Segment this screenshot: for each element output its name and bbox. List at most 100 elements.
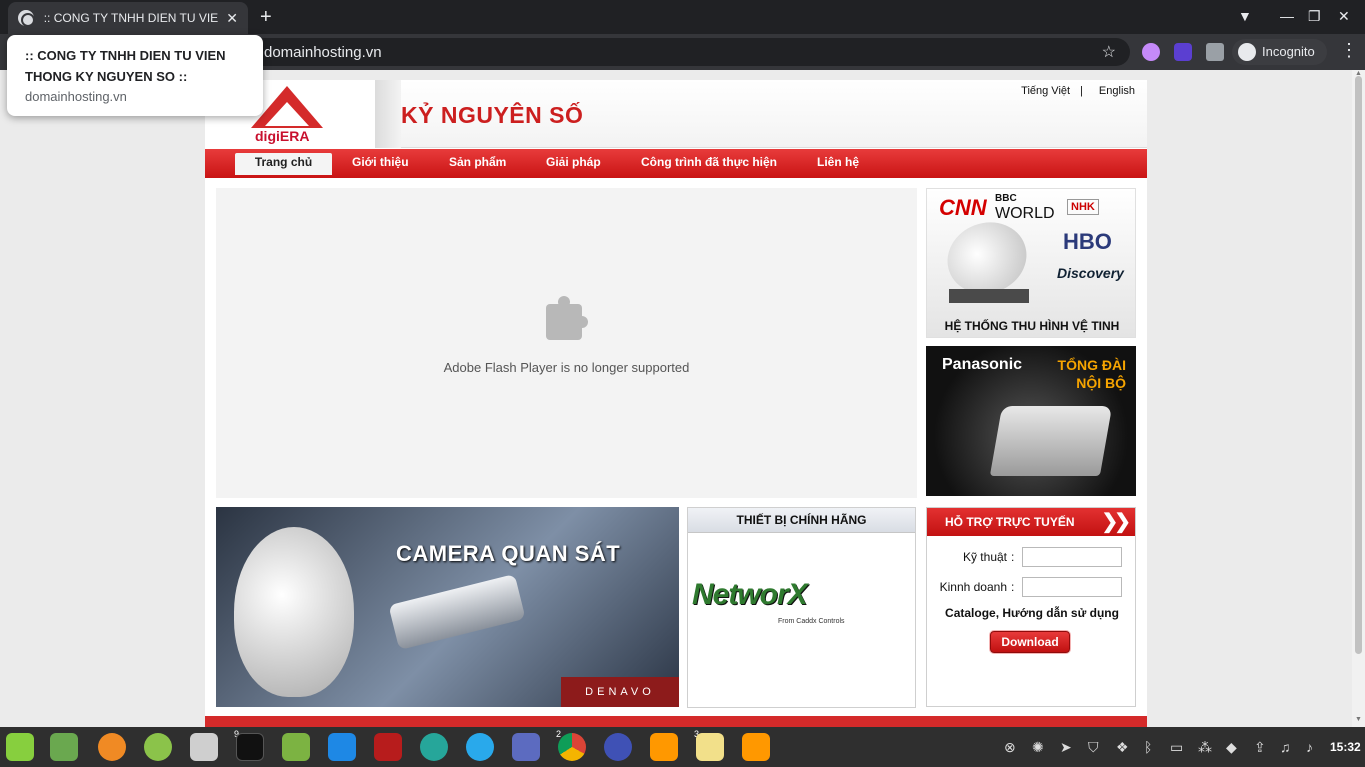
telegram-icon[interactable] — [466, 733, 494, 761]
genuine-products-panel: THIẾT BỊ CHÍNH HÃNG NetworX From Caddx C… — [687, 507, 916, 708]
address-bar[interactable]: domainhosting.vn ☆ — [250, 38, 1130, 66]
firefox-icon[interactable] — [98, 733, 126, 761]
maximize-icon[interactable]: ❐ — [1308, 8, 1321, 25]
scroll-down-icon[interactable]: ▼ — [1355, 716, 1362, 723]
settings-icon[interactable] — [190, 733, 218, 761]
menu-kebab-icon[interactable]: ⋮ — [1340, 40, 1358, 61]
logo-text: digiERA — [255, 128, 310, 144]
terminal-icon[interactable] — [236, 733, 264, 761]
filezilla-icon[interactable] — [374, 733, 402, 761]
site-container: digiERA KỶ NGUYÊN SỐ Tiếng Việt | English … — [205, 80, 1147, 727]
support-label-technical: Kỹ thuật — [962, 550, 1007, 564]
main-nav: Trang chủ Giới thiệu Sản phẩm Giải pháp … — [205, 148, 1147, 178]
footer-bar — [205, 716, 1147, 727]
extension-icon[interactable] — [1142, 43, 1160, 61]
download-button[interactable]: Download — [990, 631, 1070, 653]
sublime-icon-2[interactable] — [742, 733, 770, 761]
minimize-icon[interactable]: — — [1280, 8, 1294, 24]
support-status-image[interactable] — [1022, 547, 1122, 567]
chrome-icon[interactable] — [558, 733, 586, 761]
pbx-title-line2: NỘI BỘ — [1076, 375, 1126, 391]
lang-vietnamese-link[interactable]: Tiếng Việt — [1021, 85, 1070, 97]
tab-title: :: CONG TY TNHH DIEN TU VIEN — [43, 11, 219, 25]
lang-separator: | — [1080, 85, 1083, 97]
lang-english-link[interactable]: English — [1099, 85, 1135, 97]
tray-update-icon[interactable]: ⇪ — [1254, 739, 1266, 756]
desktop-icon[interactable] — [50, 733, 78, 761]
files-icon[interactable] — [282, 733, 310, 761]
tab-search-icon[interactable]: ▼ — [1238, 8, 1252, 24]
browser-tab[interactable]: :: CONG TY TNHH DIEN TU VIEN ✕ — [8, 2, 248, 34]
tray-bluetooth-icon[interactable]: ᛒ — [1144, 739, 1152, 755]
nav-products[interactable]: Sản phẩm — [449, 155, 506, 169]
apps-grid-icon[interactable] — [144, 733, 172, 761]
hbo-logo: HBO — [1063, 229, 1112, 254]
bookmark-star-icon[interactable]: ☆ — [1102, 42, 1116, 62]
online-support-panel: HỖ TRỢ TRỰC TUYẾN ❯❯ Kỹ thuật : Kinnh do… — [926, 507, 1136, 707]
tray-network-icon[interactable]: ⁂ — [1198, 739, 1212, 756]
mint-menu-icon[interactable] — [6, 733, 34, 761]
vertical-scrollbar[interactable]: ▲ ▼ — [1352, 70, 1365, 727]
brand-name: KỶ NGUYÊN SỐ — [401, 102, 584, 128]
denavo-logo: DENAVO — [561, 677, 679, 707]
bbc-logo: BBC — [995, 193, 1017, 204]
products-panel-heading: THIẾT BỊ CHÍNH HÃNG — [688, 508, 915, 533]
panasonic-logo: Panasonic — [942, 356, 1023, 373]
mail-icon[interactable] — [512, 733, 540, 761]
support-status-image[interactable] — [1022, 577, 1122, 597]
chevron-right-icon: ❯❯ — [1101, 511, 1130, 533]
pbx-title-line1: TỔNG ĐÀI — [1057, 357, 1126, 373]
notes-icon[interactable] — [696, 733, 724, 761]
extension-badge-icon[interactable] — [1174, 43, 1192, 61]
tray-volume-icon[interactable]: ♪ — [1306, 739, 1313, 755]
scrollbar-thumb[interactable] — [1355, 76, 1362, 654]
nav-solutions[interactable]: Giải pháp — [546, 155, 601, 169]
tray-dropbox-icon[interactable]: ❖ — [1116, 739, 1129, 756]
nav-about[interactable]: Giới thiệu — [352, 155, 409, 169]
support-label-sales: Kinnh doanh — [939, 580, 1007, 594]
clock[interactable]: 15:32 — [1330, 740, 1361, 754]
dome-camera-icon — [234, 527, 354, 697]
support-colon: : — [1011, 580, 1015, 594]
tray-close-icon[interactable]: ⊗ — [1004, 739, 1016, 756]
nav-projects[interactable]: Công trình đã thực hiện — [641, 155, 777, 169]
crossover-icon[interactable] — [420, 733, 448, 761]
pbx-ad[interactable]: Panasonic TỔNG ĐÀI NỘI BỘ — [926, 346, 1136, 496]
camera-banner[interactable]: CAMERA QUAN SÁT DENAVO — [216, 507, 679, 707]
desk-phone-icon — [989, 406, 1113, 476]
cnn-logo: CNN — [939, 195, 987, 220]
close-window-icon[interactable]: ✕ — [1338, 8, 1350, 25]
incognito-badge[interactable]: Incognito — [1232, 39, 1327, 65]
discovery-logo: Discovery — [1057, 265, 1124, 281]
url-text: domainhosting.vn — [264, 44, 382, 61]
nhk-logo: NHK — [1067, 199, 1099, 215]
nav-home[interactable]: Trang chủ — [235, 153, 332, 175]
nav-contact[interactable]: Liên hệ — [817, 155, 859, 169]
hover-card-url: domainhosting.vn — [25, 89, 127, 104]
puzzle-extensions-icon[interactable] — [1206, 43, 1224, 61]
support-colon: : — [1011, 550, 1015, 564]
networx-subtitle: From Caddx Controls — [778, 618, 845, 625]
close-tab-icon[interactable]: ✕ — [226, 10, 238, 27]
bbc-world-text: WORLD — [995, 205, 1055, 222]
tray-music-icon[interactable]: ♫ — [1280, 739, 1291, 755]
bullet-camera-icon — [388, 573, 526, 651]
logo-triangle-inner — [265, 102, 309, 126]
satellite-tv-ad[interactable]: CNN BBC WORLD NHK HBO Discovery HỆ THỐNG… — [926, 188, 1136, 338]
pbx-ad-title: TỔNG ĐÀI NỘI BỘ — [1058, 356, 1126, 392]
tray-notes-icon[interactable]: ▭ — [1170, 739, 1183, 756]
tray-anydesk-icon[interactable]: ◆ — [1226, 739, 1237, 756]
networx-logo[interactable]: NetworX — [692, 578, 808, 612]
site-header: digiERA KỶ NGUYÊN SỐ Tiếng Việt | English — [205, 80, 1147, 148]
tray-shield-icon[interactable]: ⛉ — [1088, 739, 1099, 756]
new-tab-button[interactable]: + — [260, 6, 272, 29]
tray-send-icon[interactable]: ➤ — [1060, 739, 1072, 756]
globe-app-icon[interactable] — [604, 733, 632, 761]
globe-icon — [18, 10, 35, 27]
tab-strip: :: CONG TY TNHH DIEN TU VIEN ✕ + ▼ — ❐ ✕ — [0, 0, 1365, 34]
sublime-icon[interactable] — [650, 733, 678, 761]
hover-card-title: :: CONG TY TNHH DIEN TU VIEN THONG KY NG… — [25, 48, 226, 84]
tray-fan-icon[interactable]: ✺ — [1032, 739, 1044, 756]
vscode-icon[interactable] — [328, 733, 356, 761]
camera-banner-title: CAMERA QUAN SÁT — [396, 541, 621, 566]
